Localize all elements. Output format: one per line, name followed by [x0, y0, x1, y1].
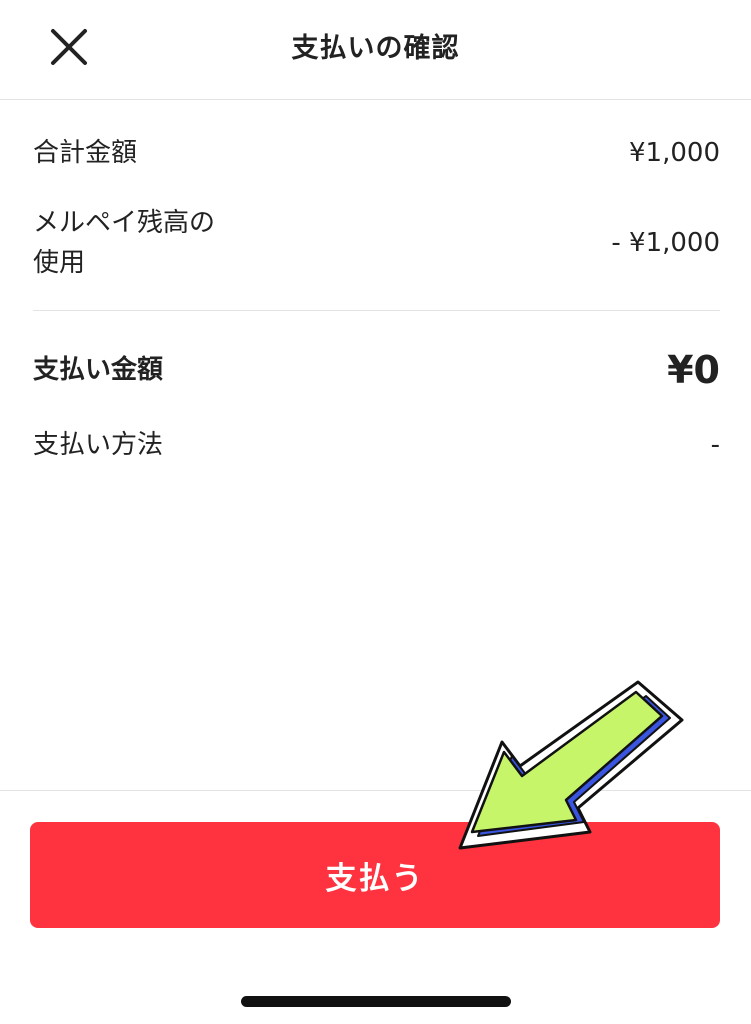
- total-amount-value: ¥1,000: [629, 138, 720, 168]
- payment-amount-value: ¥0: [667, 348, 720, 392]
- payment-method-row[interactable]: 支払い方法 -: [33, 422, 720, 468]
- home-indicator: [241, 996, 511, 1007]
- header-bar: 支払いの確認: [0, 0, 751, 100]
- pay-button[interactable]: 支払う: [30, 822, 720, 928]
- footer-divider: [0, 790, 751, 791]
- merpay-balance-label-line2: 使用: [33, 248, 86, 278]
- total-amount-row: 合計金額 ¥1,000: [33, 130, 720, 176]
- merpay-balance-label-line1: メルペイ残高の: [33, 207, 216, 238]
- payment-amount-row: 支払い金額 ¥0: [33, 345, 720, 395]
- page-title: 支払いの確認: [291, 33, 460, 64]
- merpay-balance-row: メルペイ残高の 使用 - ¥1,000: [33, 198, 720, 288]
- merpay-balance-label: メルペイ残高の 使用: [33, 203, 215, 284]
- merpay-balance-value: - ¥1,000: [611, 228, 720, 258]
- payment-confirmation-screen: 支払いの確認 合計金額 ¥1,000 メルペイ残高の 使用 - ¥1,000 支…: [0, 0, 751, 1024]
- payment-method-value: -: [710, 430, 720, 460]
- total-amount-label: 合計金額: [33, 137, 138, 168]
- payment-method-label: 支払い方法: [33, 429, 164, 460]
- payment-amount-label: 支払い金額: [33, 354, 164, 385]
- divider: [33, 310, 720, 311]
